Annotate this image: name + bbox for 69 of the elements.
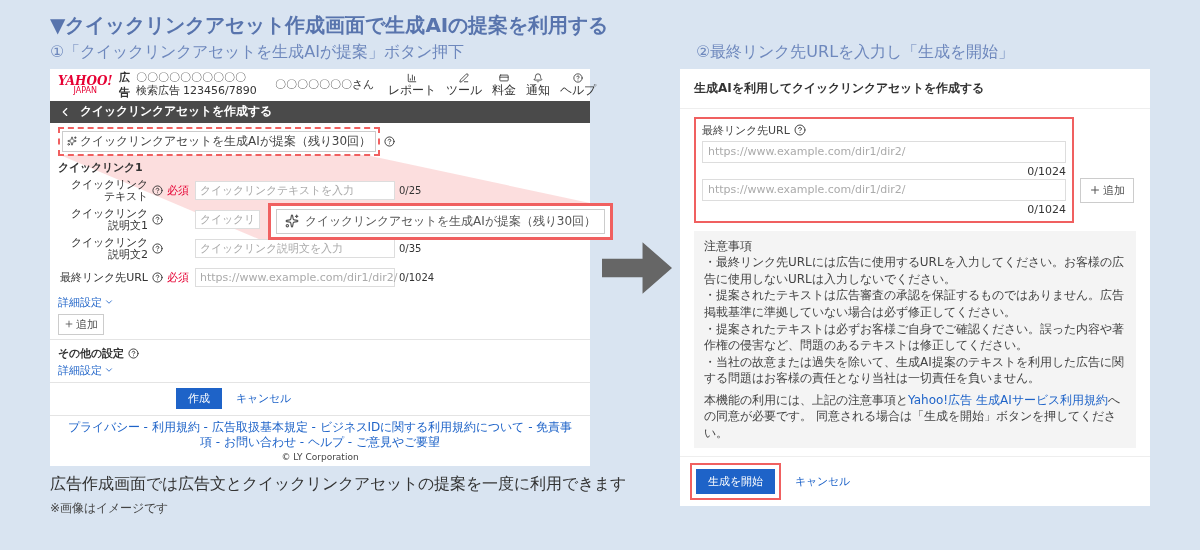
help-icon[interactable] xyxy=(152,243,163,255)
field-label: クイックリンク 説明文1 xyxy=(70,207,148,232)
plus-icon xyxy=(64,319,74,330)
char-counter: 0/35 xyxy=(399,243,422,255)
nav-item[interactable]: ヘルプ xyxy=(557,72,598,97)
footer-links[interactable]: プライバシー - 利用規約 - 広告取扱基本規定 - ビジネスIDに関する利用規約について - 免責事項 - お問い合わせ - ヘルプ - ご意見やご要望 xyxy=(62,419,578,451)
bell-icon xyxy=(532,72,543,83)
notice-item: ・提案されたテキストは広告審査の承認を保証するものではありません。広告掲載基準に準拠していない場合は必ず修正してください。 xyxy=(704,287,1125,321)
nav-item[interactable]: 通知 xyxy=(523,72,552,97)
page-heading: ▼クイックリンクアセット作成画面で生成AIの提案を利用する xyxy=(50,12,610,38)
help-icon[interactable] xyxy=(152,214,163,226)
char-counter: 0/25 xyxy=(399,185,422,197)
url-input[interactable]: https://www.example.com/dir1/dir2/ xyxy=(702,140,1066,163)
nav-item[interactable]: ツール xyxy=(443,72,484,97)
nav-item[interactable]: レポート xyxy=(385,72,438,97)
details-link[interactable]: 詳細設定 xyxy=(58,294,114,310)
arrow-icon xyxy=(602,242,672,294)
create-button[interactable]: 作成 xyxy=(176,388,222,410)
user-name: 〇〇〇〇〇〇〇さん xyxy=(274,77,374,93)
account-id: 検索広告 123456/7890 xyxy=(135,84,257,98)
cancel-link[interactable]: キャンセル xyxy=(795,474,850,490)
notice-item: ・最終リンク先URLには広告に使用するURLを入力してください。お客様の広告に使用しないURLは入力しないでください。 xyxy=(704,254,1125,288)
char-counter: 0/1024 xyxy=(1027,164,1066,178)
field-label: 最終リンク先URL xyxy=(59,271,148,284)
cancel-link[interactable]: キャンセル xyxy=(236,391,291,407)
plus-icon xyxy=(1089,184,1101,197)
add-button[interactable]: 追加 xyxy=(1080,177,1134,203)
note: ※画像はイメージです xyxy=(50,500,170,517)
help-icon xyxy=(572,72,583,83)
account-name: 〇〇〇〇〇〇〇〇〇〇 xyxy=(135,72,247,85)
ai-suggest-button[interactable]: クイックリンクアセットを生成AIが提案（残り30回） xyxy=(62,130,377,152)
page-title: クイックリンクアセットを作成する xyxy=(80,103,272,121)
help-icon[interactable] xyxy=(152,272,163,284)
section-title: クイックリンク1 xyxy=(58,159,143,175)
field-label: クイックリンク テキスト xyxy=(70,178,148,203)
add-button[interactable]: 追加 xyxy=(58,313,104,335)
dialog-title: 生成AIを利用してクイックリンクアセットを作成する xyxy=(680,68,1150,109)
copyright: © LY Corporation xyxy=(281,452,359,462)
section-title: その他の設定 xyxy=(58,345,124,361)
consent-text: 本機能の利用には、上記の注意事項とYahoo!広告 生成AIサービス利用規約への同意が必要です。 同意される場合は「生成を開始」ボタンを押してください。 xyxy=(704,391,1121,442)
notice-item: ・当社の故意または過失を除いて、生成AI提案のテキストを利用した広告に関する問題はお客様の責任となり当社は一切責任を負いません。 xyxy=(704,353,1125,387)
url-input[interactable]: https://www.example.com/dir1/dir2/ xyxy=(702,178,1066,201)
card-icon xyxy=(498,72,509,83)
ai-suggest-button[interactable]: クイックリンクアセットを生成AIが提案（残り30回） xyxy=(276,208,606,234)
required-tag: 必須 xyxy=(167,183,189,199)
help-icon[interactable] xyxy=(152,185,163,197)
step-label: ①「クイックリンクアセットを生成AIが提案」ボタン押下 xyxy=(50,42,465,63)
notice-item: ・提案されたテキストは必ずお客様ご自身でご確認ください。誤った内容や著作権の侵害など、問題のあるテキストは修正してください。 xyxy=(704,320,1125,354)
pen-icon xyxy=(458,72,469,83)
required-tag: 必須 xyxy=(167,270,189,286)
field-label: クイックリンク 説明文2 xyxy=(70,236,148,261)
notice-title: 注意事項 xyxy=(704,237,753,255)
caption: 広告作成画面では広告文とクイックリンクアセットの提案を一度に利用できます xyxy=(50,474,626,495)
help-icon[interactable] xyxy=(128,347,139,359)
help-icon[interactable] xyxy=(384,135,396,147)
details-link[interactable]: 詳細設定 xyxy=(58,362,114,378)
start-button[interactable]: 生成を開始 xyxy=(696,469,775,495)
chart-icon xyxy=(406,72,417,83)
sparkle-icon xyxy=(285,214,299,229)
terms-link[interactable]: Yahoo!広告 生成AIサービス利用規約 xyxy=(908,392,1108,407)
sparkle-icon xyxy=(67,136,77,147)
char-counter: 0/1024 xyxy=(399,272,435,284)
step-label: ②最終リンク先URLを入力し「生成を開始」 xyxy=(695,42,1016,63)
field-label: 最終リンク先URL xyxy=(702,122,790,138)
logo: YAHOO! JAPAN xyxy=(58,74,113,95)
nav-item[interactable]: 料金 xyxy=(489,72,518,97)
char-counter: 0/1024 xyxy=(1027,202,1066,216)
help-icon[interactable] xyxy=(793,124,806,137)
product-name: 広告 xyxy=(118,69,130,100)
